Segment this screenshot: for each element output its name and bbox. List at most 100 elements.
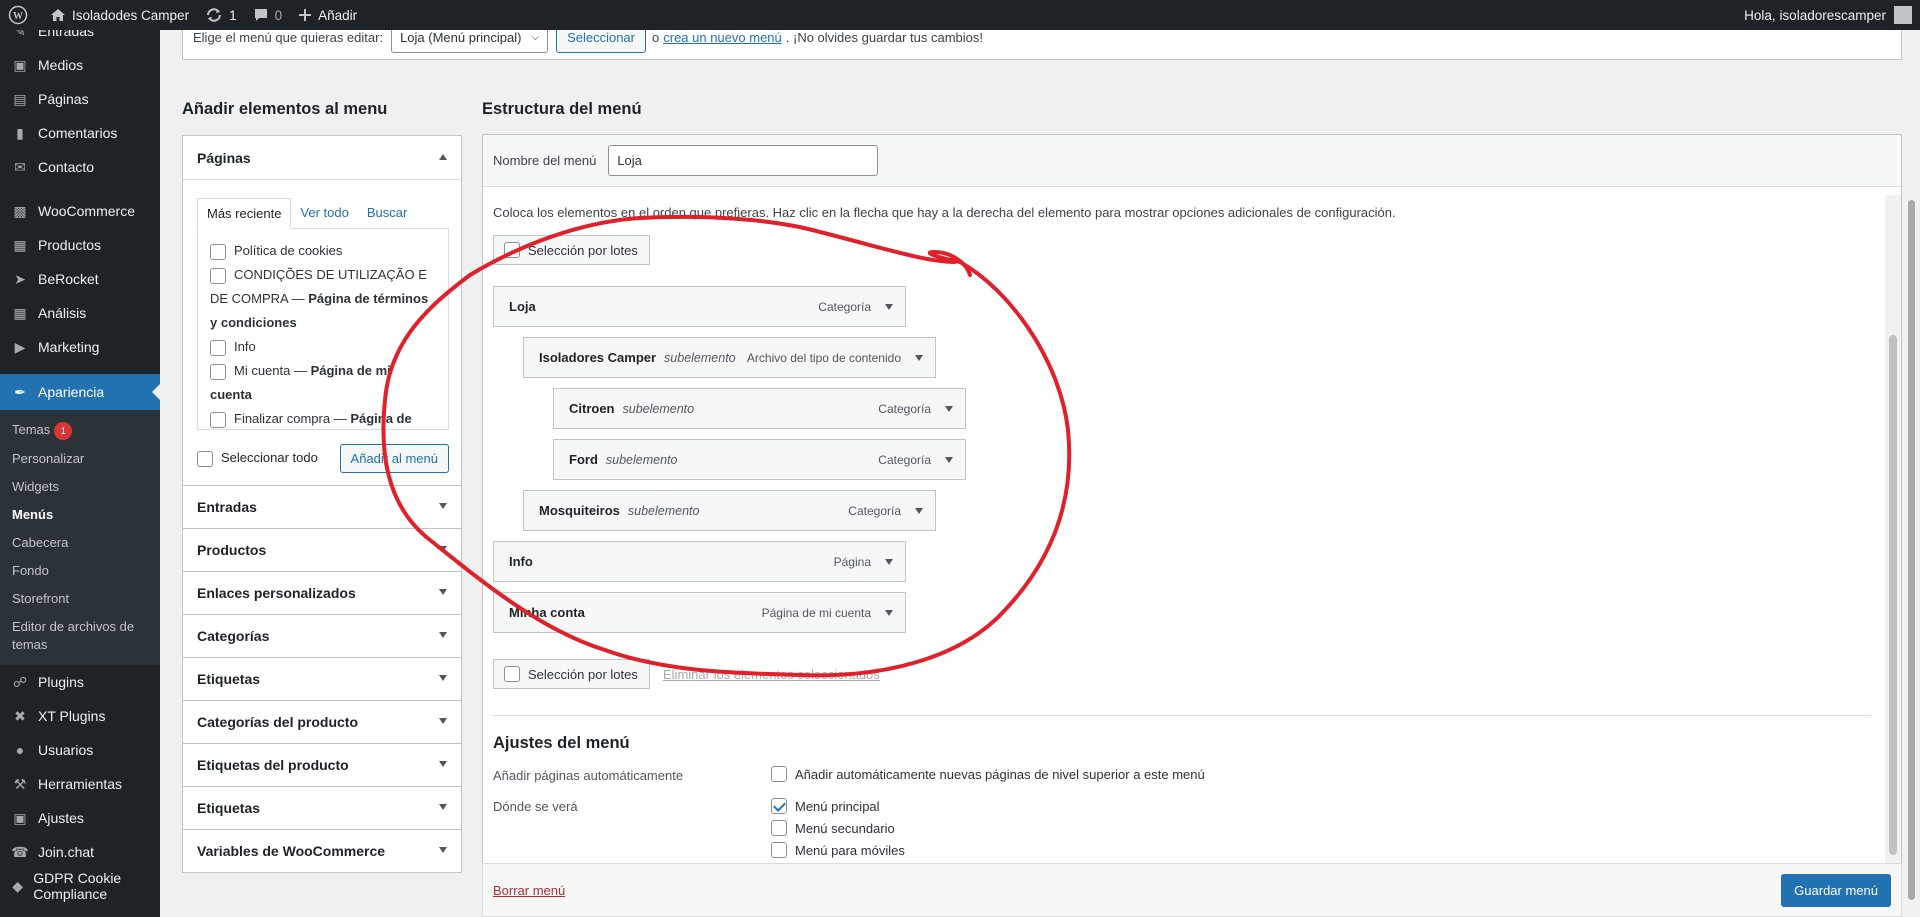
sidebar-item-apariencia[interactable]: ✒ Apariencia: [0, 374, 160, 410]
page-checkbox-item[interactable]: Mi cuenta — Página de mi cuenta: [210, 359, 436, 407]
accordion-section-etiquetas[interactable]: Etiquetas: [182, 787, 462, 830]
location-option[interactable]: Menú secundario: [771, 820, 895, 836]
sidebar-item-woocommerce[interactable]: ▩ WooCommerce: [0, 194, 160, 228]
submenu-item-storefront[interactable]: Storefront: [0, 585, 160, 613]
checkbox[interactable]: [197, 450, 213, 467]
sidebar-item-usuarios[interactable]: ● Usuarios: [0, 733, 160, 767]
chevron-down-icon[interactable]: [915, 507, 923, 514]
menu-item-mosquiteiros[interactable]: Mosquiteiros subelemento Categoría: [523, 490, 936, 531]
menu-item-type: Categoría: [818, 299, 871, 314]
checkbox[interactable]: [210, 411, 226, 428]
sidebar-item-productos[interactable]: ▦ Productos: [0, 228, 160, 262]
sidebar-item-xt-plugins[interactable]: ✖ XT Plugins: [0, 699, 160, 733]
submenu-item-temas[interactable]: Temas 1: [0, 416, 160, 445]
chevron-down-icon[interactable]: [885, 303, 893, 310]
submenu-item-personalizar[interactable]: Personalizar: [0, 445, 160, 473]
checkbox[interactable]: [210, 363, 226, 380]
chevron-down-icon[interactable]: [915, 354, 923, 361]
sidebar-item-marketing[interactable]: ▶ Marketing: [0, 330, 160, 364]
delete-menu-link[interactable]: Borrar menú: [493, 883, 565, 898]
updates-link[interactable]: 1: [197, 0, 245, 30]
menu-name-input[interactable]: Loja: [608, 145, 879, 176]
chevron-down-icon[interactable]: [885, 558, 893, 565]
sidebar-item-contacto[interactable]: ✉ Contacto: [0, 150, 160, 184]
page-checkbox-item[interactable]: Política de cookies: [210, 239, 436, 263]
sidebar-item-an-lisis[interactable]: ▦ Análisis: [0, 296, 160, 330]
sidebar-item-berocket[interactable]: ➤ BeRocket: [0, 262, 160, 296]
accordion-section-productos[interactable]: Productos: [182, 529, 462, 572]
sidebar-item-herramientas[interactable]: ⚒ Herramientas: [0, 767, 160, 801]
checkbox[interactable]: [210, 243, 226, 260]
wordpress-logo[interactable]: W: [0, 0, 42, 30]
tab-most-recent[interactable]: Más reciente: [197, 198, 292, 229]
accordion-section-categor-as[interactable]: Categorías: [182, 615, 462, 658]
sidebar-item-join-chat[interactable]: ☎ Join.chat: [0, 835, 160, 869]
select-all-checkbox[interactable]: Seleccionar todo: [197, 450, 318, 467]
page-scrollbar-thumb[interactable]: [1908, 200, 1915, 900]
new-content-link[interactable]: Añadir: [290, 0, 365, 30]
sidebar-item-medios[interactable]: ▣ Medios: [0, 48, 160, 82]
location-option[interactable]: Menú principal: [771, 798, 880, 814]
comments-link[interactable]: 0: [245, 0, 291, 30]
chevron-down-icon[interactable]: [885, 609, 893, 616]
remove-selected-link[interactable]: Eliminar los elementos seleccionados: [663, 667, 880, 682]
checkbox[interactable]: [771, 766, 787, 782]
checkbox[interactable]: [210, 339, 226, 356]
checkbox[interactable]: [771, 842, 787, 858]
page-checkbox-item[interactable]: Finalizar compra — Página de pago: [210, 407, 436, 429]
menu-settings-heading: Ajustes del menú: [493, 734, 630, 752]
site-name-link[interactable]: Isoladodes Camper: [42, 0, 197, 30]
bulk-select-bottom[interactable]: Selección por lotes: [493, 659, 650, 689]
sidebar-item-label: Comentarios: [38, 125, 118, 141]
submenu-label: Menús: [12, 507, 54, 522]
rocket-icon: ➤: [14, 270, 26, 287]
sidebar-item-label: Productos: [38, 237, 102, 253]
bulk-select-top[interactable]: Selección por lotes: [493, 235, 650, 265]
accordion-section-etiquetas-del-producto[interactable]: Etiquetas del producto: [182, 744, 462, 787]
pages-accordion-header[interactable]: Páginas: [183, 136, 461, 180]
page-scrollbar[interactable]: [1903, 30, 1920, 917]
sidebar-item-gdpr-cookie-compliance[interactable]: ◆ GDPR Cookie Compliance: [0, 869, 160, 903]
menu-item-ford[interactable]: Ford subelemento Categoría: [553, 439, 966, 480]
chat-icon: ☎: [11, 843, 29, 860]
panel-scrollbar[interactable]: [1885, 195, 1901, 917]
submenu-item-men-s[interactable]: Menús: [0, 501, 160, 529]
create-menu-link[interactable]: crea un nuevo menú: [663, 30, 782, 45]
auto-add-option[interactable]: Añadir automáticamente nuevas páginas de…: [771, 766, 1205, 782]
page-checkbox-item[interactable]: CONDIÇÕES DE UTILIZAÇÃO E DE COMPRA — Pá…: [210, 263, 436, 335]
submenu-item-widgets[interactable]: Widgets: [0, 473, 160, 501]
location-option[interactable]: Menú para móviles: [771, 842, 905, 858]
accordion-section-etiquetas[interactable]: Etiquetas: [182, 658, 462, 701]
accordion-section-enlaces-personalizados[interactable]: Enlaces personalizados: [182, 572, 462, 615]
submenu-item-cabecera[interactable]: Cabecera: [0, 529, 160, 557]
checkbox[interactable]: [210, 267, 226, 284]
menu-item-citroen[interactable]: Citroen subelemento Categoría: [553, 388, 966, 429]
chevron-down-icon[interactable]: [945, 456, 953, 463]
menu-item-info[interactable]: Info Página: [493, 541, 906, 582]
account-menu[interactable]: Hola, isoladorescamper: [1744, 6, 1920, 24]
page-checkbox-item[interactable]: Info: [210, 335, 436, 359]
checkbox[interactable]: [771, 820, 787, 836]
scrollbar-thumb[interactable]: [1889, 335, 1897, 855]
sidebar-item-ajustes[interactable]: ▣ Ajustes: [0, 801, 160, 835]
accordion-section-variables-de-woocommerce[interactable]: Variables de WooCommerce: [182, 830, 462, 873]
checkbox[interactable]: [771, 798, 787, 814]
tab-view-all[interactable]: Ver todo: [291, 198, 357, 229]
save-menu-button[interactable]: Guardar menú: [1781, 873, 1891, 907]
menu-item-isoladores-camper[interactable]: Isoladores Camper subelemento Archivo del …: [523, 337, 936, 378]
sidebar-item-comentarios[interactable]: ▮ Comentarios: [0, 116, 160, 150]
add-to-menu-button[interactable]: Añadir al menú: [339, 444, 449, 473]
chevron-down-icon[interactable]: [945, 405, 953, 412]
sidebar-item-p-ginas[interactable]: ▤ Páginas: [0, 82, 160, 116]
accordion-section-categor-as-del-producto[interactable]: Categorías del producto: [182, 701, 462, 744]
menu-item-loja[interactable]: Loja Categoría: [493, 286, 906, 327]
submenu-item-editor-de-archivos-de-temas[interactable]: Editor de archivos de temas: [0, 613, 160, 659]
menu-item-minha-conta[interactable]: Minha conta Página de mi cuenta: [493, 592, 906, 633]
tab-search[interactable]: Buscar: [358, 198, 416, 229]
sidebar-item-entradas[interactable]: ✎ Entradas: [0, 30, 160, 48]
sidebar-item-plugins[interactable]: ☍ Plugins: [0, 665, 160, 699]
checkbox[interactable]: [504, 242, 520, 258]
submenu-item-fondo[interactable]: Fondo: [0, 557, 160, 585]
checkbox[interactable]: [504, 666, 520, 682]
accordion-section-entradas[interactable]: Entradas: [182, 486, 462, 529]
